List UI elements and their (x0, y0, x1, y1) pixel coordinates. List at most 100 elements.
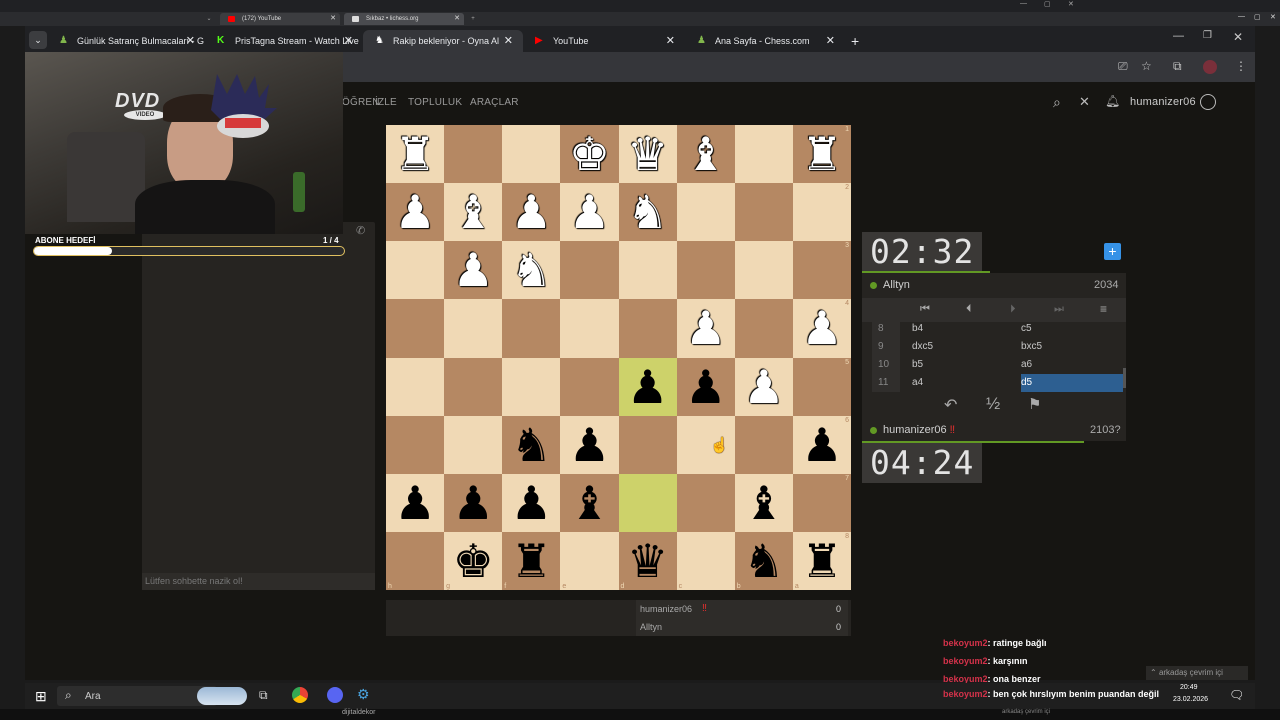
bookmark-star-icon[interactable]: ☆ (1141, 59, 1152, 73)
board-square[interactable]: ♟ (560, 183, 619, 242)
black-pawn-icon[interactable]: ♟ (511, 480, 552, 526)
white-pawn-icon[interactable]: ♟ (569, 189, 610, 235)
close-icon[interactable]: ✕ (454, 13, 460, 25)
close-window-icon[interactable]: ✕ (1233, 30, 1243, 44)
outer-tab-youtube[interactable]: (172) YouTube ✕ (220, 13, 340, 25)
player-name[interactable]: humanizer06 ‼ (870, 424, 955, 436)
board-square[interactable]: ♟ 4 (792, 299, 851, 358)
board-square[interactable]: ♜ f (502, 531, 561, 590)
close-icon[interactable]: ✕ (186, 30, 195, 52)
board-square[interactable]: ♟ (502, 183, 561, 242)
black-move-current[interactable]: d5 (1021, 374, 1123, 392)
discord-icon[interactable] (327, 687, 343, 703)
white-pawn-icon[interactable]: ♟ (685, 305, 726, 351)
outer2-minimize-icon[interactable]: — (1238, 13, 1245, 20)
task-view-icon[interactable]: ⧉ (259, 688, 268, 703)
board-square[interactable]: ♟ (676, 357, 735, 416)
white-move[interactable]: dxc5 (912, 338, 933, 356)
tab-youtube[interactable]: ▶ YouTube ✕ (523, 30, 685, 52)
menu-icon[interactable]: ≡ (1100, 302, 1107, 316)
board-square[interactable]: ♞ (502, 415, 561, 474)
username-link[interactable]: humanizer06 (1130, 96, 1196, 108)
black-pawn-icon[interactable]: ♟ (685, 364, 726, 410)
board-square[interactable] (734, 299, 793, 358)
white-bishop-icon[interactable]: ♝ (685, 131, 726, 177)
tab-search-icon[interactable]: ⌄ (29, 31, 47, 49)
black-queen-icon[interactable]: ♛ (627, 538, 668, 584)
board-square[interactable] (618, 473, 677, 532)
board-square[interactable]: c (676, 531, 735, 590)
next-move-icon[interactable]: ⏵ (1010, 303, 1016, 316)
board-square[interactable]: ♚ g (444, 531, 503, 590)
outer-close-icon[interactable]: ✕ (1068, 0, 1074, 8)
board-square[interactable]: ♟ (676, 299, 735, 358)
board-square[interactable]: ♟ (444, 241, 503, 300)
close-icon[interactable]: ✕ (504, 30, 513, 52)
board-square[interactable]: ♟ (444, 473, 503, 532)
menu-dots-icon[interactable]: ⋮ (1235, 59, 1247, 73)
tab-lichess[interactable]: ♞ Rakip bekleniyor - Oyna Al ✕ (363, 30, 523, 52)
black-pawn-icon[interactable]: ♟ (801, 422, 842, 468)
white-pawn-icon[interactable]: ♟ (801, 305, 842, 351)
black-bishop-icon[interactable]: ♝ (569, 480, 610, 526)
black-pawn-icon[interactable]: ♟ (569, 422, 610, 468)
board-square[interactable]: 3 (792, 241, 851, 300)
profile-avatar-icon[interactable] (1203, 60, 1217, 74)
close-icon[interactable]: ✕ (344, 30, 353, 52)
board-square[interactable] (734, 241, 793, 300)
board-square[interactable]: ♟ (502, 473, 561, 532)
board-square[interactable] (560, 357, 619, 416)
board-square[interactable] (444, 357, 503, 416)
board-square[interactable] (444, 415, 503, 474)
close-icon[interactable]: ✕ (666, 30, 675, 52)
board-square[interactable]: ♟ (734, 357, 793, 416)
board-square[interactable]: ♟ 6 (792, 415, 851, 474)
board-square[interactable]: ♛ d (618, 531, 677, 590)
chess-board[interactable]: ♜ ♚ ♛ ♝ ♜ 1 ♟ ♝ ♟ ♟ ♞ 2 ♟ ♞ 3 ♟ ♟ 4 ♟ ♟ ♟ 5 ♞ ♟ ♟ 6 ♟ ♟ ♟ ♝ ♝ 7 h ♚ g ♜ f e ♛ d… (386, 125, 851, 590)
board-square[interactable] (386, 241, 445, 300)
board-square[interactable]: ♝ (734, 473, 793, 532)
black-rook-icon[interactable]: ♜ (511, 538, 552, 584)
board-square[interactable] (444, 299, 503, 358)
white-pawn-icon[interactable]: ♟ (453, 247, 494, 293)
white-rook-icon[interactable]: ♜ (801, 131, 842, 177)
white-bishop-icon[interactable]: ♝ (453, 189, 494, 235)
black-move[interactable]: a6 (1021, 356, 1123, 374)
black-knight-icon[interactable]: ♞ (511, 422, 552, 468)
board-square[interactable]: h (386, 531, 445, 590)
white-king-icon[interactable]: ♚ (569, 131, 610, 177)
outer2-close-icon[interactable]: ✕ (1270, 13, 1276, 21)
board-square[interactable]: ♟ (560, 415, 619, 474)
chrome-icon[interactable] (292, 687, 308, 703)
white-move[interactable]: b5 (912, 356, 923, 374)
board-square[interactable]: 5 (792, 357, 851, 416)
board-square[interactable] (734, 415, 793, 474)
white-queen-icon[interactable]: ♛ (627, 131, 668, 177)
board-square[interactable] (618, 415, 677, 474)
board-square[interactable]: 7 (792, 473, 851, 532)
white-move[interactable]: b4 (912, 320, 923, 338)
windows-start-icon[interactable]: ⊞ (35, 688, 47, 705)
white-pawn-icon[interactable]: ♟ (511, 189, 552, 235)
outer-maximize-icon[interactable]: ▢ (1044, 0, 1051, 8)
board-square[interactable] (386, 415, 445, 474)
new-tab-button[interactable]: + (845, 30, 867, 52)
search-icon[interactable]: ⌕ (1053, 94, 1061, 111)
extensions-icon[interactable]: ⧉ (1173, 59, 1182, 74)
phone-icon[interactable]: ✆ (356, 224, 365, 237)
user-avatar-icon[interactable] (1200, 94, 1216, 110)
outer-new-tab-button[interactable]: + (466, 13, 480, 25)
nav-watch[interactable]: İZLE (375, 97, 397, 108)
resign-flag-icon[interactable]: ⚑ (1028, 395, 1041, 413)
offer-draw-button[interactable]: ½ (986, 394, 1000, 414)
white-knight-icon[interactable]: ♞ (627, 189, 668, 235)
friends-online-bar[interactable]: ⌃ arkadaş çevrim içi (1146, 666, 1248, 680)
black-move[interactable]: bxc5 (1021, 338, 1123, 356)
board-square[interactable] (676, 241, 735, 300)
black-knight-icon[interactable]: ♞ (743, 538, 784, 584)
board-square[interactable]: ♟ (618, 357, 677, 416)
cast-icon[interactable]: ⎚ (1118, 59, 1128, 74)
outer-tab-lichess[interactable]: Sıkbaz • lichess.org ✕ (344, 13, 464, 25)
black-pawn-icon[interactable]: ♟ (627, 364, 668, 410)
board-square[interactable] (560, 241, 619, 300)
